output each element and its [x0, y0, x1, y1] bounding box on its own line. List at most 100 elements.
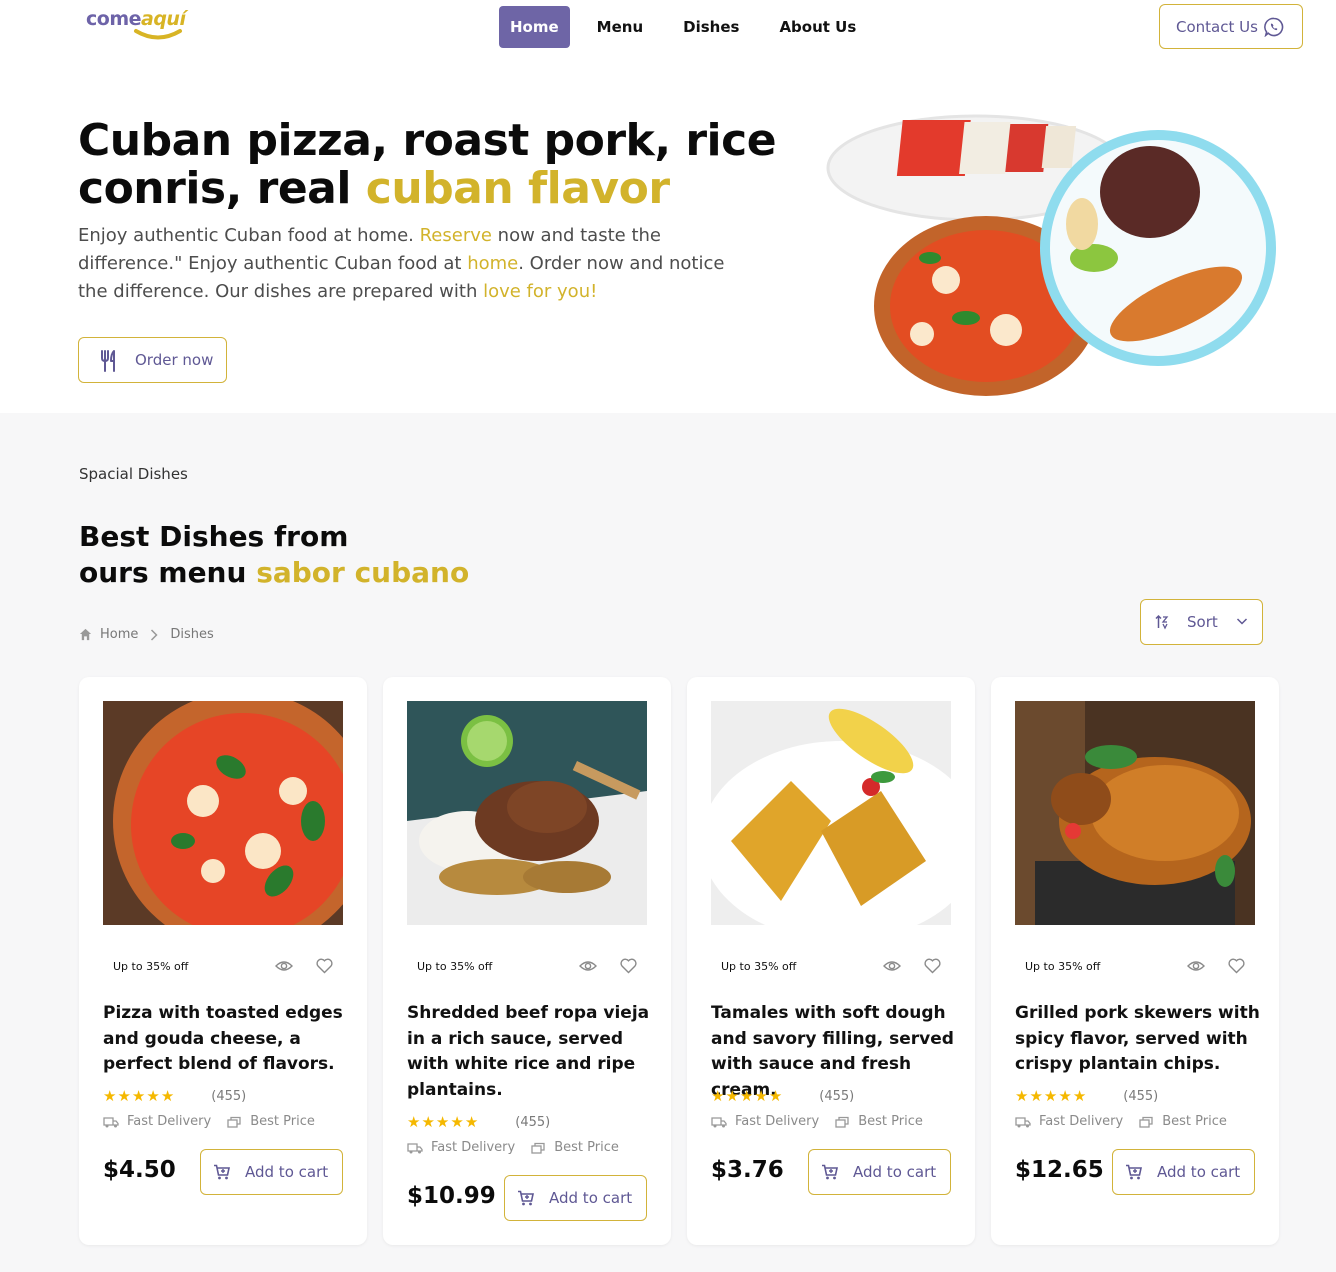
home-icon: [79, 628, 92, 641]
nav-home[interactable]: Home: [499, 6, 570, 48]
add-to-cart-label: Add to cart: [549, 1189, 633, 1207]
dish-image-ropa-vieja[interactable]: [407, 701, 647, 925]
sort-icon: [1155, 614, 1169, 630]
dish-image-roast-pork[interactable]: [1015, 701, 1255, 925]
breadcrumb-home[interactable]: Home: [100, 627, 138, 642]
price-tag-icon: [227, 1116, 241, 1128]
star-icon: ★: [725, 1087, 739, 1105]
feature-fast-delivery: Fast Delivery: [1039, 1114, 1124, 1129]
breadcrumb: Home Dishes: [79, 627, 214, 642]
rating: ★ ★ ★ ★ ★ (455): [711, 1086, 951, 1106]
heart-icon[interactable]: [924, 958, 941, 974]
dish-features: Fast Delivery Best Price: [1015, 1114, 1255, 1129]
dish-features: Fast Delivery Best Price: [103, 1114, 343, 1129]
discount-badge: Up to 35% off: [113, 960, 189, 973]
dish-title[interactable]: Pizza with toasted edges and gouda chees…: [103, 1001, 349, 1078]
contact-us-button[interactable]: Contact Us: [1159, 4, 1303, 49]
header: comeaquí Home Menu Dishes About Us Conta…: [0, 0, 1336, 56]
dish-title[interactable]: Shredded beef ropa vieja in a rich sauce…: [407, 1001, 653, 1103]
price-row: $12.65 Add to cart: [1015, 1149, 1255, 1195]
star-icon: ★: [421, 1113, 435, 1131]
dish-meta: ★ ★ ★ ★ ★ (455) Fast Delivery Best Price: [103, 1086, 343, 1129]
feature-best-price: Best Price: [1162, 1114, 1227, 1129]
dish-price: $12.65: [1015, 1157, 1104, 1183]
cart-icon: [214, 1164, 230, 1180]
add-to-cart-label: Add to cart: [853, 1163, 937, 1181]
truck-icon: [1015, 1116, 1031, 1127]
special-dishes-section: Spacial Dishes Best Dishes from ours men…: [0, 413, 1336, 1272]
nav-menu[interactable]: Menu: [585, 6, 655, 48]
truck-icon: [103, 1116, 119, 1127]
hero-title: Cuban pizza, roast pork, rice conris, re…: [78, 115, 777, 214]
nav-about-us[interactable]: About Us: [767, 6, 868, 48]
dish-card[interactable]: Up to 35% off Shredded beef ropa vieja i…: [383, 677, 671, 1245]
cart-icon: [1126, 1164, 1142, 1180]
eye-icon[interactable]: [275, 959, 293, 973]
star-icon: ★: [754, 1087, 768, 1105]
dish-price: $4.50: [103, 1157, 176, 1183]
breadcrumb-current: Dishes: [170, 627, 214, 642]
review-count: (455): [819, 1088, 855, 1104]
eye-icon[interactable]: [579, 959, 597, 973]
order-now-button[interactable]: Order now: [78, 337, 227, 383]
cart-icon: [518, 1190, 534, 1206]
truck-icon: [711, 1116, 727, 1127]
heart-icon[interactable]: [1228, 958, 1245, 974]
feature-best-price: Best Price: [554, 1140, 619, 1155]
feature-fast-delivery: Fast Delivery: [735, 1114, 820, 1129]
hero-description: Enjoy authentic Cuban food at home. Rese…: [78, 225, 725, 302]
star-icon: ★: [103, 1087, 117, 1105]
star-icon: ★: [160, 1087, 175, 1105]
nav-dishes[interactable]: Dishes: [671, 6, 751, 48]
logo-smile-icon: [134, 29, 182, 40]
truck-icon: [407, 1142, 423, 1153]
add-to-cart-label: Add to cart: [1157, 1163, 1241, 1181]
price-tag-icon: [531, 1142, 545, 1154]
feature-best-price: Best Price: [250, 1114, 315, 1129]
price-tag-icon: [835, 1116, 849, 1128]
price-row: $4.50 Add to cart: [103, 1149, 343, 1195]
feature-fast-delivery: Fast Delivery: [127, 1114, 212, 1129]
sort-label: Sort: [1187, 613, 1218, 631]
eye-icon[interactable]: [1187, 959, 1205, 973]
dish-image-pizza[interactable]: [103, 701, 343, 925]
fork-knife-icon: [101, 350, 115, 372]
star-icon: ★: [450, 1113, 464, 1131]
add-to-cart-button[interactable]: Add to cart: [1112, 1149, 1255, 1195]
add-to-cart-button[interactable]: Add to cart: [808, 1149, 951, 1195]
main-nav: Home Menu Dishes About Us: [499, 6, 884, 48]
dish-meta: ★ ★ ★ ★ ★ (455) Fast Delivery Best Price: [1015, 1086, 1255, 1129]
review-count: (455): [211, 1088, 247, 1104]
star-icon: ★: [1029, 1087, 1043, 1105]
add-to-cart-button[interactable]: Add to cart: [200, 1149, 343, 1195]
dish-card[interactable]: Up to 35% off Pizza with toasted edges a…: [79, 677, 367, 1245]
feature-best-price: Best Price: [858, 1114, 923, 1129]
chevron-right-icon: [151, 628, 158, 641]
rating: ★ ★ ★ ★ ★ (455): [103, 1086, 343, 1106]
rating: ★ ★ ★ ★ ★ (455): [407, 1112, 647, 1132]
chevron-down-icon: [1236, 618, 1248, 625]
dish-image-tamales[interactable]: [711, 701, 951, 925]
star-icon: ★: [768, 1087, 783, 1105]
heart-icon[interactable]: [316, 958, 333, 974]
price-row: $10.99 Add to cart: [407, 1175, 647, 1221]
discount-badge: Up to 35% off: [417, 960, 493, 973]
review-count: (455): [515, 1114, 551, 1130]
add-to-cart-label: Add to cart: [245, 1163, 329, 1181]
heart-icon[interactable]: [620, 958, 637, 974]
star-icon: ★: [407, 1113, 421, 1131]
star-icon: ★: [117, 1087, 131, 1105]
dish-title[interactable]: Grilled pork skewers with spicy flavor, …: [1015, 1001, 1261, 1078]
star-icon: ★: [1015, 1087, 1029, 1105]
dish-meta: ★ ★ ★ ★ ★ (455) Fast Delivery Best Price: [711, 1086, 951, 1129]
rating: ★ ★ ★ ★ ★ (455): [1015, 1086, 1255, 1106]
eye-icon[interactable]: [883, 959, 901, 973]
cart-icon: [822, 1164, 838, 1180]
logo[interactable]: comeaquí: [86, 8, 186, 40]
star-icon: ★: [1072, 1087, 1087, 1105]
dish-card[interactable]: Up to 35% off Tamales with soft dough an…: [687, 677, 975, 1245]
dish-card[interactable]: Up to 35% off Grilled pork skewers with …: [991, 677, 1279, 1245]
dish-features: Fast Delivery Best Price: [711, 1114, 951, 1129]
add-to-cart-button[interactable]: Add to cart: [504, 1175, 647, 1221]
sort-button[interactable]: Sort: [1140, 599, 1263, 645]
